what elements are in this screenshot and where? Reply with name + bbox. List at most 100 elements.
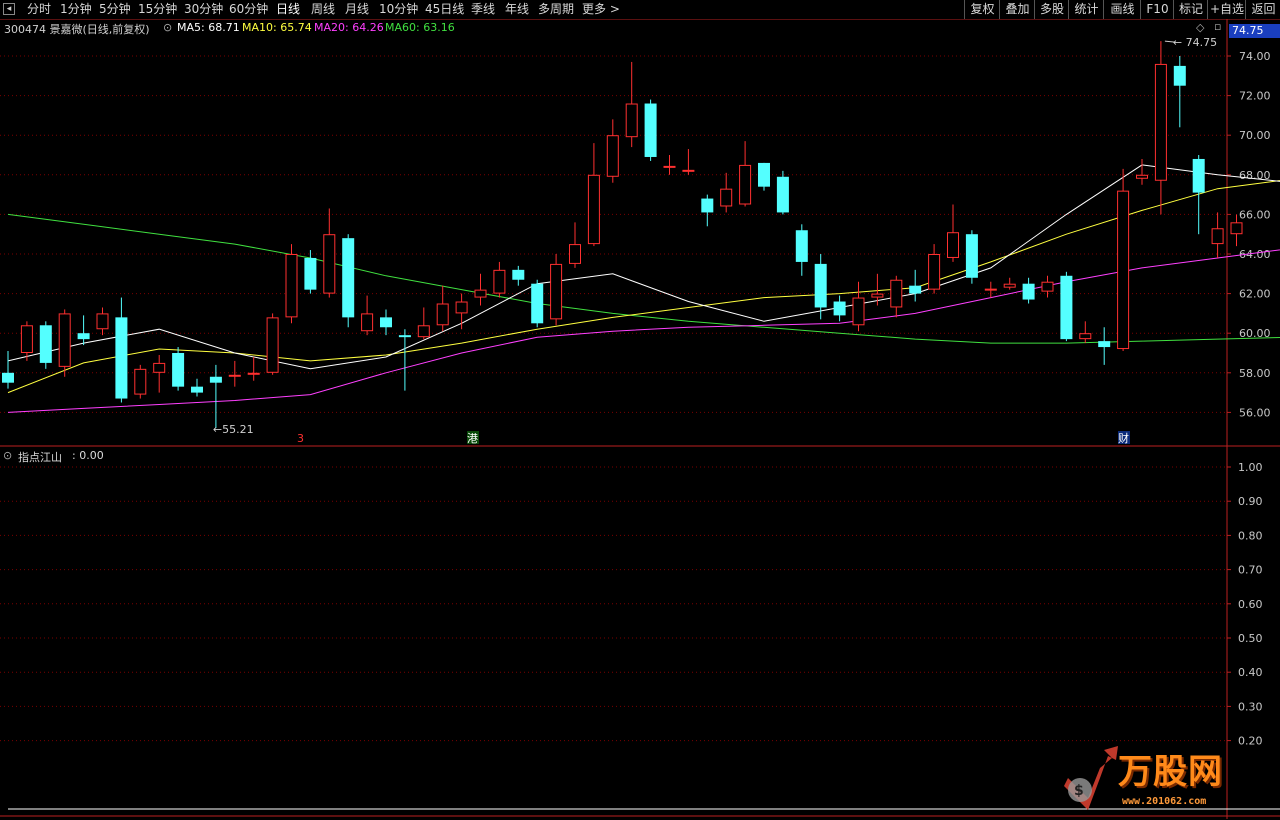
candle-body xyxy=(512,269,525,280)
price-tick-label: 66.00 xyxy=(1239,208,1271,221)
tab-11[interactable]: 季线 xyxy=(471,1,495,18)
chart-canvas[interactable]: 74.0072.0070.0068.0066.0064.0062.0060.00… xyxy=(0,19,1280,819)
tab-2[interactable]: 5分钟 xyxy=(99,1,131,18)
candle-body xyxy=(965,234,978,278)
tool-7[interactable]: +自选 xyxy=(1207,0,1246,19)
candle-body xyxy=(984,288,997,291)
candle-body xyxy=(909,285,922,294)
candle-body xyxy=(739,164,752,205)
candle-body xyxy=(474,289,487,298)
candle-body xyxy=(569,244,581,264)
candle-body xyxy=(1079,333,1092,340)
candle-body xyxy=(39,325,52,363)
tab-4[interactable]: 30分钟 xyxy=(184,1,223,18)
indicator-tick-label: 0.30 xyxy=(1238,700,1263,713)
tab-6[interactable]: 日线 xyxy=(276,1,300,18)
arrow-logo-icon: $ xyxy=(1064,746,1118,810)
candle-body xyxy=(342,238,355,318)
candle-body xyxy=(1022,283,1035,300)
candle-body xyxy=(1060,275,1073,340)
candle-body xyxy=(1154,63,1167,181)
candle-body xyxy=(1173,65,1186,86)
candle-body xyxy=(663,165,676,168)
tab-0[interactable]: 分时 xyxy=(27,1,51,18)
candle-body xyxy=(758,162,770,187)
candle-body xyxy=(191,386,203,393)
candle-body xyxy=(172,353,185,387)
tab-5[interactable]: 60分钟 xyxy=(229,1,268,18)
candle-body xyxy=(266,317,279,373)
price-tick-label: 72.00 xyxy=(1239,90,1271,103)
candle-body xyxy=(228,374,241,377)
tab-3[interactable]: 15分钟 xyxy=(138,1,177,18)
candle-body xyxy=(531,283,544,324)
price-tick-label: 62.00 xyxy=(1239,288,1271,301)
tool-8[interactable]: 返回 xyxy=(1245,0,1280,19)
event-marker-3[interactable]: 3 xyxy=(297,432,304,445)
event-marker-finance[interactable]: 财 xyxy=(1118,431,1129,445)
tool-4[interactable]: 画线 xyxy=(1103,0,1141,19)
candle-body xyxy=(153,362,166,373)
candle-body xyxy=(380,317,392,328)
tab-1[interactable]: 1分钟 xyxy=(60,1,92,18)
watermark-text: 万股网 xyxy=(1118,752,1223,792)
tool-3[interactable]: 统计 xyxy=(1068,0,1104,19)
tool-5[interactable]: F10 xyxy=(1140,0,1174,19)
svg-text:$: $ xyxy=(1074,783,1084,799)
watermark-logo: $ 万股网 www.201062.com xyxy=(1060,738,1260,816)
candle-body xyxy=(455,301,468,314)
event-marker-hk[interactable]: 港 xyxy=(467,432,478,445)
tab-8[interactable]: 月线 xyxy=(345,1,369,18)
candle-body xyxy=(323,234,336,294)
indicator-tick-label: 0.80 xyxy=(1238,529,1263,542)
candle-body xyxy=(1136,174,1148,179)
candle-body xyxy=(947,232,959,258)
candle-body xyxy=(625,103,638,138)
candle-body xyxy=(776,176,789,213)
candle-body xyxy=(890,279,903,308)
tool-6[interactable]: 标记 xyxy=(1173,0,1208,19)
candle-body xyxy=(209,376,222,383)
candle-body xyxy=(1003,283,1016,288)
ma20-line xyxy=(7,249,1280,413)
candle-body xyxy=(1230,222,1243,235)
candle-body xyxy=(701,198,714,213)
candle-body xyxy=(285,254,298,318)
watermark-url: www.201062.com xyxy=(1122,796,1207,807)
tab-14[interactable]: 更多 > xyxy=(582,1,620,18)
indicator-tick-label: 0.60 xyxy=(1238,598,1263,611)
toolbar: ◂ 分时 1分钟 5分钟 15分钟 30分钟 60分钟 日线 周线 月线 10分钟 45日线 季线 年线… xyxy=(0,0,1280,20)
tool-2[interactable]: 多股 xyxy=(1034,0,1069,19)
price-tick-label: 74.00 xyxy=(1239,50,1271,63)
tool-1[interactable]: 叠加 xyxy=(999,0,1035,19)
candle-body xyxy=(852,297,865,326)
candle-body xyxy=(795,230,808,262)
indicator-tick-label: 1.00 xyxy=(1238,461,1263,474)
price-tick-label: 70.00 xyxy=(1239,129,1271,142)
tab-13[interactable]: 多周期 xyxy=(538,1,574,18)
ma60-line xyxy=(7,213,1280,344)
candle-body xyxy=(928,254,941,290)
candle-body xyxy=(436,303,449,326)
candle-body xyxy=(417,325,430,338)
candle-body xyxy=(682,169,695,172)
tool-0[interactable]: 复权 xyxy=(964,0,1000,19)
indicator-tick-label: 0.40 xyxy=(1238,666,1263,679)
collapse-icon[interactable]: ◂ xyxy=(3,3,15,15)
indicator-tick-label: 0.90 xyxy=(1238,495,1263,508)
candle-body xyxy=(96,313,109,330)
candle-body xyxy=(606,135,619,177)
tab-7[interactable]: 周线 xyxy=(311,1,335,18)
tab-12[interactable]: 年线 xyxy=(505,1,529,18)
candle-body xyxy=(361,313,374,332)
tab-9[interactable]: 10分钟 xyxy=(379,1,418,18)
candle-body xyxy=(550,263,563,320)
candle-body xyxy=(1192,158,1205,193)
candle-body xyxy=(247,372,260,375)
candle-body xyxy=(587,174,600,245)
price-tick-label: 56.00 xyxy=(1239,406,1271,419)
candle-body xyxy=(871,293,884,298)
tab-10[interactable]: 45日线 xyxy=(425,1,464,18)
candle-body xyxy=(20,325,33,353)
candle-body xyxy=(77,333,90,340)
